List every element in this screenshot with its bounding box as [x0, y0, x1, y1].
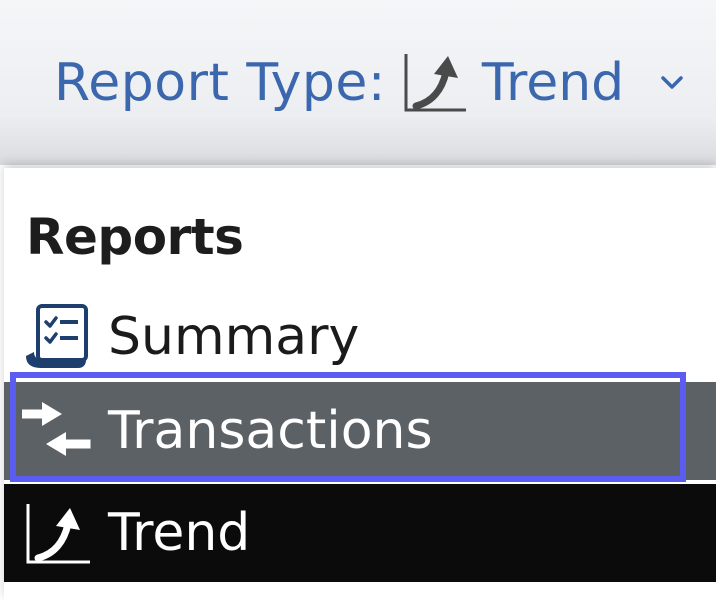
menu-item-label: Summary [108, 307, 360, 367]
summary-checklist-icon [22, 302, 92, 372]
trend-icon [402, 50, 468, 116]
report-type-menu: Reports Summary Transactions Trend [4, 168, 716, 600]
report-type-label: Report Type: [54, 52, 386, 113]
transactions-arrows-icon [19, 396, 92, 466]
menu-item-summary[interactable]: Summary [4, 288, 716, 386]
trend-icon [22, 498, 92, 568]
menu-heading: Reports [26, 208, 244, 266]
menu-item-label: Transactions [108, 401, 433, 461]
report-type-value: Trend [481, 52, 625, 113]
report-type-dropdown[interactable]: Report Type: Trend [0, 0, 716, 165]
menu-item-transactions[interactable]: Transactions [4, 372, 716, 482]
chevron-down-icon [660, 75, 684, 91]
menu-item-label: Trend [108, 503, 251, 563]
menu-item-trend[interactable]: Trend [4, 484, 716, 582]
